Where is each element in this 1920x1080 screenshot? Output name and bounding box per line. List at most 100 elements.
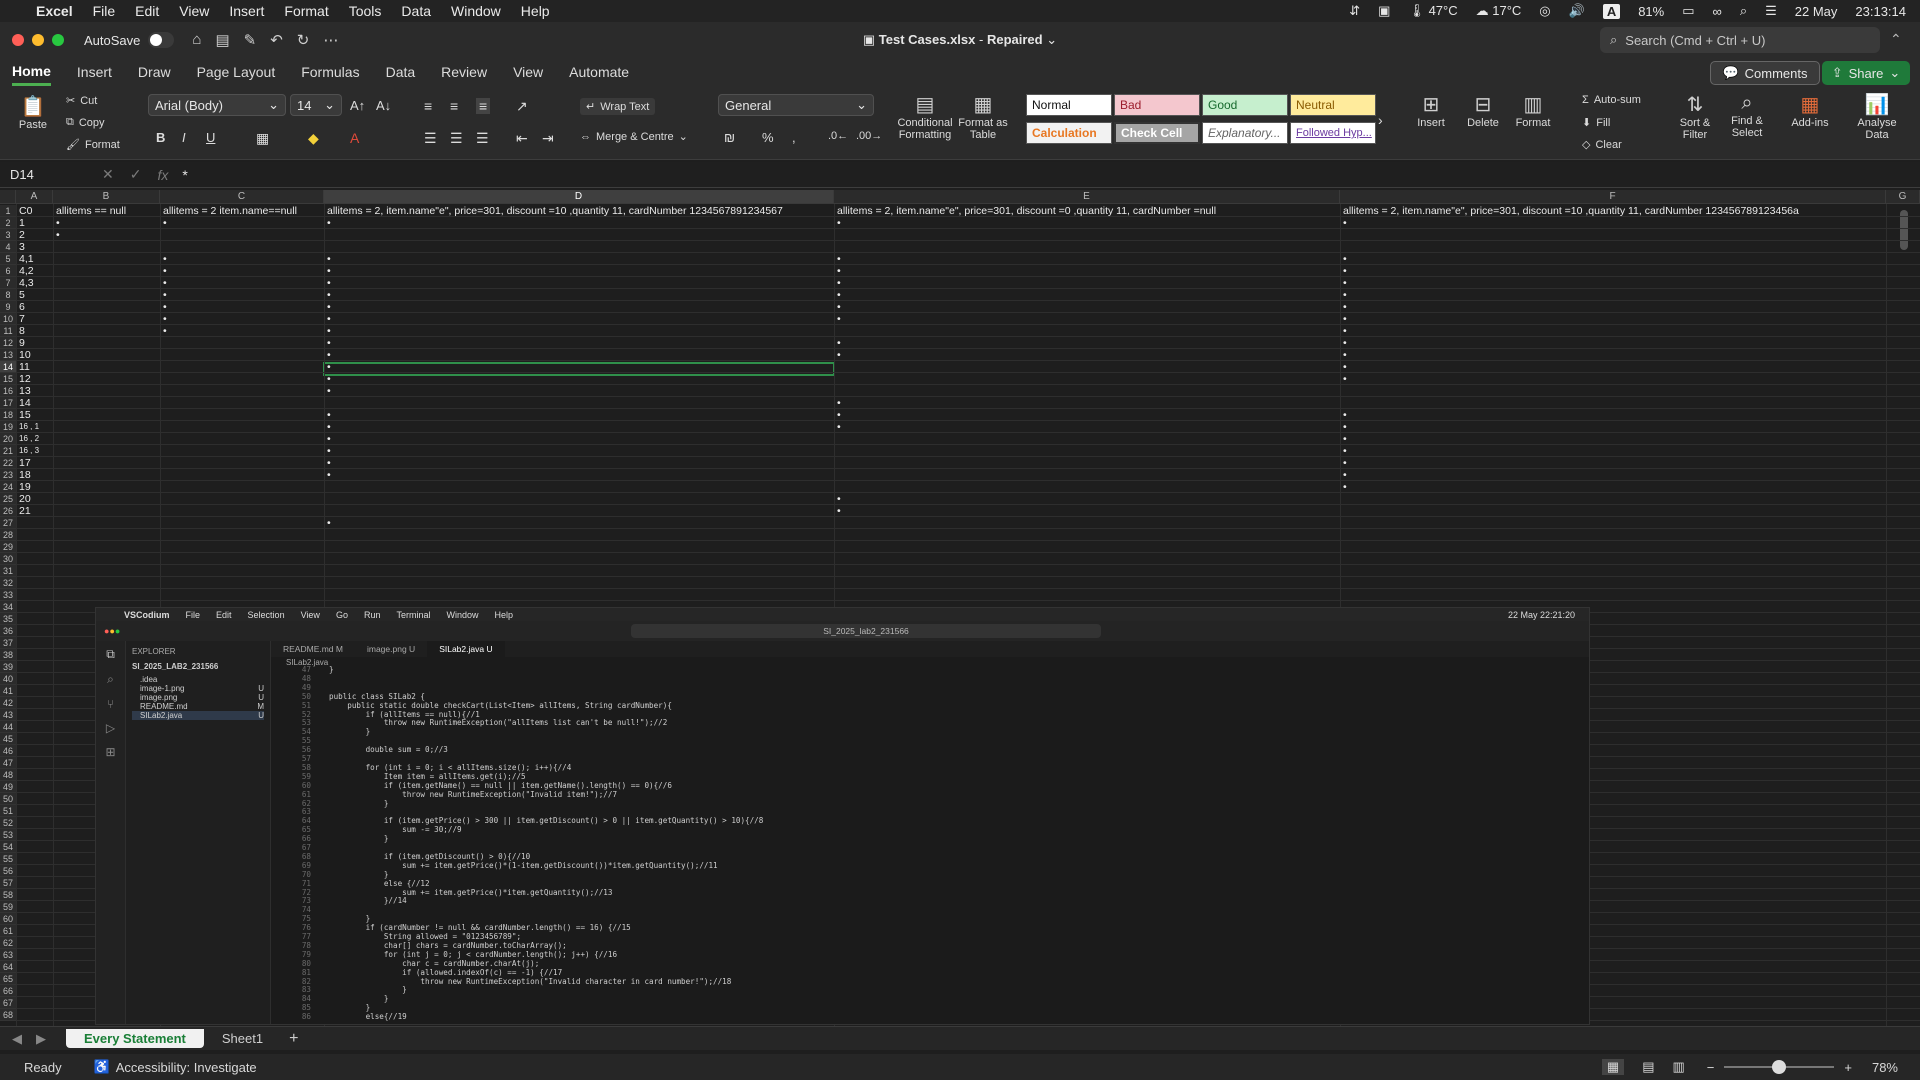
conditional-formatting-button[interactable]: ▤ Conditional Formatting bbox=[894, 92, 956, 141]
borders-icon[interactable]: ▦ bbox=[256, 130, 269, 147]
cell-d9[interactable]: • bbox=[325, 301, 345, 313]
menu-file[interactable]: File bbox=[93, 3, 116, 19]
cell-a5[interactable]: 4,1 bbox=[17, 253, 52, 265]
cell-e18[interactable]: • bbox=[835, 409, 855, 421]
comments-button[interactable]: 💬 Comments bbox=[1710, 61, 1820, 85]
cell-c9[interactable]: • bbox=[161, 301, 181, 313]
cell-e25[interactable]: • bbox=[835, 493, 855, 505]
row-header-36[interactable]: 36 bbox=[0, 625, 16, 637]
menu-data[interactable]: Data bbox=[401, 3, 431, 19]
cell-c7[interactable]: • bbox=[161, 277, 181, 289]
cell-a24[interactable]: 19 bbox=[17, 481, 52, 493]
document-state[interactable]: Repaired bbox=[987, 32, 1043, 47]
page-break-view-icon[interactable]: ▥ bbox=[1672, 1059, 1684, 1075]
cut-button[interactable]: ✂ Cut bbox=[66, 94, 97, 108]
row-header-25[interactable]: 25 bbox=[0, 493, 16, 505]
enter-icon[interactable]: ✓ bbox=[130, 166, 142, 183]
cell-f9[interactable]: • bbox=[1341, 301, 1361, 313]
save-as-icon[interactable]: ✎ bbox=[244, 31, 257, 49]
zoom-slider[interactable] bbox=[1724, 1060, 1835, 1074]
cell-d20[interactable]: • bbox=[325, 433, 345, 445]
row-header-16[interactable]: 16 bbox=[0, 385, 16, 397]
column-header-d[interactable]: D bbox=[324, 190, 834, 204]
row-header-50[interactable]: 50 bbox=[0, 793, 16, 805]
align-right-icon[interactable]: ☰ bbox=[476, 130, 489, 147]
search-input[interactable]: ⌕ Search (Cmd + Ctrl + U) bbox=[1600, 27, 1880, 53]
row-header-15[interactable]: 15 bbox=[0, 373, 16, 385]
cell-a8[interactable]: 5 bbox=[17, 289, 52, 301]
row-header-21[interactable]: 21 bbox=[0, 445, 16, 457]
more-icon[interactable]: ⋯ bbox=[323, 31, 338, 49]
cell-f12[interactable]: • bbox=[1341, 337, 1361, 349]
clock-time[interactable]: 23:13:14 bbox=[1855, 4, 1906, 19]
increase-indent-icon[interactable]: ⇥ bbox=[542, 130, 554, 147]
format-painter-button[interactable]: 🖌 Format bbox=[66, 138, 120, 152]
row-header-53[interactable]: 53 bbox=[0, 829, 16, 841]
row-header-52[interactable]: 52 bbox=[0, 817, 16, 829]
tab-draw[interactable]: Draw bbox=[138, 60, 171, 84]
row-header-35[interactable]: 35 bbox=[0, 613, 16, 625]
cell-f13[interactable]: • bbox=[1341, 349, 1361, 361]
cell-a6[interactable]: 4,2 bbox=[17, 265, 52, 277]
row-header-2[interactable]: 2 bbox=[0, 217, 16, 229]
font-color-icon[interactable]: A bbox=[350, 130, 359, 146]
find-select-button[interactable]: ⌕ Find & Select bbox=[1722, 92, 1772, 139]
align-top-icon[interactable]: ≡ bbox=[424, 98, 432, 114]
style-normal[interactable]: Normal bbox=[1026, 94, 1112, 116]
row-header-65[interactable]: 65 bbox=[0, 973, 16, 985]
style-check-cell[interactable]: Check Cell bbox=[1114, 122, 1200, 144]
column-header-f[interactable]: F bbox=[1340, 190, 1886, 204]
cell-a19[interactable]: 16 , 1 bbox=[17, 421, 52, 433]
style-calculation[interactable]: Calculation bbox=[1026, 122, 1112, 144]
cell-d10[interactable]: • bbox=[325, 313, 345, 325]
cell-d27[interactable]: • bbox=[325, 517, 345, 529]
arrows-icon[interactable]: ⇵ bbox=[1349, 3, 1360, 19]
link-icon[interactable]: ∞ bbox=[1713, 4, 1722, 19]
menu-tools[interactable]: Tools bbox=[349, 3, 382, 19]
row-header-37[interactable]: 37 bbox=[0, 637, 16, 649]
cell-f18[interactable]: • bbox=[1341, 409, 1361, 421]
embedded-vscode-screenshot[interactable]: VSCodium File Edit Selection View Go Run… bbox=[95, 607, 1590, 1025]
row-header-4[interactable]: 4 bbox=[0, 241, 16, 253]
cell-a7[interactable]: 4,3 bbox=[17, 277, 52, 289]
cell-f21[interactable]: • bbox=[1341, 445, 1361, 457]
comma-icon[interactable]: , bbox=[792, 130, 796, 145]
row-header-55[interactable]: 55 bbox=[0, 853, 16, 865]
row-header-1[interactable]: 1 bbox=[0, 205, 16, 217]
cell-a12[interactable]: 9 bbox=[17, 337, 52, 349]
row-header-20[interactable]: 20 bbox=[0, 433, 16, 445]
add-ins-button[interactable]: ▦ Add-ins bbox=[1786, 92, 1834, 129]
row-header-7[interactable]: 7 bbox=[0, 277, 16, 289]
italic-icon[interactable]: I bbox=[182, 130, 186, 145]
row-header-66[interactable]: 66 bbox=[0, 985, 16, 997]
cell-a3[interactable]: 2 bbox=[17, 229, 52, 241]
cell-e9[interactable]: • bbox=[835, 301, 855, 313]
tab-view[interactable]: View bbox=[513, 60, 543, 84]
font-family-select[interactable]: Arial (Body) ⌄ bbox=[148, 94, 286, 116]
row-header-28[interactable]: 28 bbox=[0, 529, 16, 541]
row-header-19[interactable]: 19 bbox=[0, 421, 16, 433]
row-header-64[interactable]: 64 bbox=[0, 961, 16, 973]
menu-window[interactable]: Window bbox=[451, 3, 501, 19]
cell-a11[interactable]: 8 bbox=[17, 325, 52, 337]
fill-button[interactable]: ⬇ Fill bbox=[1582, 116, 1610, 130]
row-header-23[interactable]: 23 bbox=[0, 469, 16, 481]
cell-e19[interactable]: • bbox=[835, 421, 855, 433]
underline-icon[interactable]: U bbox=[206, 130, 215, 145]
menu-format[interactable]: Format bbox=[284, 3, 328, 19]
function-icon[interactable]: fx bbox=[157, 167, 168, 183]
cell-a21[interactable]: 16 , 3 bbox=[17, 445, 52, 457]
cell-e6[interactable]: • bbox=[835, 265, 855, 277]
cell-e26[interactable]: • bbox=[835, 505, 855, 517]
cell-a14[interactable]: 11 bbox=[17, 361, 52, 373]
cell-d5[interactable]: • bbox=[325, 253, 345, 265]
normal-view-icon[interactable]: ▦ bbox=[1601, 1059, 1625, 1075]
volume-icon[interactable]: 🔊 bbox=[1569, 3, 1585, 19]
copy-button[interactable]: ⧉ Copy bbox=[66, 116, 105, 129]
cell-f6[interactable]: • bbox=[1341, 265, 1361, 277]
column-header-g[interactable]: G bbox=[1886, 190, 1920, 204]
selected-cell-d14[interactable] bbox=[323, 362, 835, 376]
cell-d8[interactable]: • bbox=[325, 289, 345, 301]
row-header-32[interactable]: 32 bbox=[0, 577, 16, 589]
cell-e2[interactable]: • bbox=[835, 217, 855, 229]
